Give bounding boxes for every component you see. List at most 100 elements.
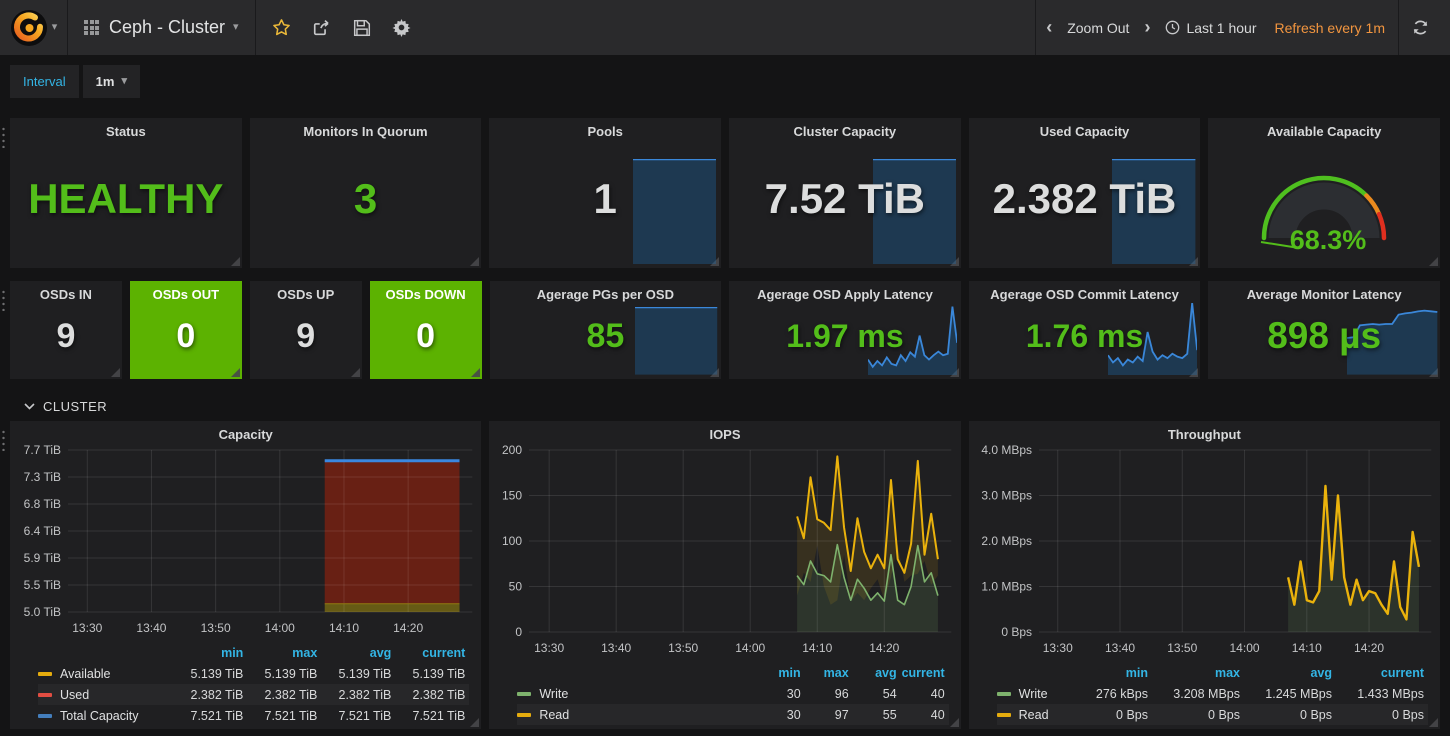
svg-text:0: 0 bbox=[516, 625, 523, 639]
dashboard-title: Ceph - Cluster bbox=[109, 17, 225, 38]
legend-swatch bbox=[38, 693, 52, 697]
legend-column-max[interactable]: max bbox=[243, 646, 317, 660]
legend-swatch bbox=[997, 692, 1011, 696]
zoom-out-button[interactable]: Zoom Out bbox=[1058, 0, 1138, 55]
resize-handle[interactable] bbox=[470, 718, 479, 727]
share-button[interactable] bbox=[302, 0, 342, 55]
legend-column-min[interactable]: min bbox=[1056, 666, 1148, 680]
panel-title-throughput-chart[interactable]: Throughput bbox=[969, 421, 1440, 442]
legend-value-min: 0 Bps bbox=[1056, 708, 1148, 722]
section-label: CLUSTER bbox=[43, 399, 107, 414]
chart-row: Capacity 5.0 TiB5.5 TiB5.9 TiB6.4 TiB6.8… bbox=[10, 421, 1440, 729]
legend-series-label: Used bbox=[60, 688, 89, 702]
settings-button[interactable] bbox=[382, 0, 422, 55]
legend-row-read: Read30975540 bbox=[517, 704, 948, 725]
chevron-down-icon bbox=[24, 403, 35, 410]
time-range-button[interactable]: Last 1 hour bbox=[1156, 0, 1265, 55]
refresh-interval-button[interactable]: Refresh every 1m bbox=[1266, 0, 1394, 55]
iops-chart-plot[interactable]: 05010015020013:3013:4013:5014:0014:1014:… bbox=[489, 442, 960, 660]
resize-handle[interactable] bbox=[1429, 257, 1438, 266]
resize-handle[interactable] bbox=[1429, 718, 1438, 727]
legend-series-available[interactable]: Available bbox=[38, 667, 169, 681]
svg-text:13:50: 13:50 bbox=[1167, 641, 1197, 655]
legend-column-current[interactable]: current bbox=[391, 646, 465, 660]
panel-available-capacity: Available Capacity 68.3% bbox=[1208, 118, 1440, 268]
legend-value-min: 2.382 TiB bbox=[169, 688, 243, 702]
panel-monitors-in-quorum: Monitors In Quorum 3 bbox=[250, 118, 482, 268]
legend-series-label: Available bbox=[60, 667, 111, 681]
legend-series-write[interactable]: Write bbox=[997, 687, 1056, 701]
svg-text:14:20: 14:20 bbox=[1354, 641, 1384, 655]
svg-text:7.7 TiB: 7.7 TiB bbox=[24, 443, 61, 457]
legend-column-max[interactable]: max bbox=[1148, 666, 1240, 680]
caret-down-icon: ▾ bbox=[121, 76, 127, 87]
legend-value-avg: 0 Bps bbox=[1240, 708, 1332, 722]
legend-value-max: 3.208 MBps bbox=[1148, 687, 1240, 701]
svg-text:7.3 TiB: 7.3 TiB bbox=[24, 470, 61, 484]
svg-text:5.0 TiB: 5.0 TiB bbox=[24, 605, 61, 619]
legend-column-current[interactable]: current bbox=[1332, 666, 1424, 680]
time-forward-button[interactable]: › bbox=[1138, 0, 1156, 55]
dashboard-title-button[interactable]: Ceph - Cluster ▾ bbox=[109, 17, 239, 38]
throughput-chart-plot[interactable]: 0 Bps1.0 MBps2.0 MBps3.0 MBps4.0 MBps13:… bbox=[969, 442, 1440, 660]
legend-value-avg: 54 bbox=[849, 687, 897, 701]
svg-text:14:20: 14:20 bbox=[393, 621, 423, 635]
star-icon bbox=[272, 18, 291, 37]
refresh-icon bbox=[1412, 19, 1429, 36]
legend-series-total-capacity[interactable]: Total Capacity bbox=[38, 709, 169, 723]
clock-icon bbox=[1165, 20, 1180, 35]
legend-column-min[interactable]: min bbox=[753, 666, 801, 680]
cluster-capacity-value: 7.52 TiB bbox=[729, 118, 961, 268]
panel-osds-out: OSDs OUT 0 bbox=[130, 281, 242, 379]
star-button[interactable] bbox=[262, 0, 302, 55]
legend-column-avg[interactable]: avg bbox=[1240, 666, 1332, 680]
svg-text:13:40: 13:40 bbox=[1105, 641, 1135, 655]
row-drag-handle[interactable] bbox=[1, 429, 6, 451]
svg-text:100: 100 bbox=[502, 534, 522, 548]
legend-swatch bbox=[997, 713, 1011, 717]
svg-text:14:00: 14:00 bbox=[736, 641, 766, 655]
panel-title-iops-chart[interactable]: IOPS bbox=[489, 421, 960, 442]
save-button[interactable] bbox=[342, 0, 382, 55]
divider bbox=[1398, 0, 1399, 55]
row-drag-handle[interactable] bbox=[1, 126, 6, 148]
iops-chart-legend: minmaxavgcurrentWrite30965440Read3097554… bbox=[489, 660, 960, 729]
resize-handle[interactable] bbox=[950, 718, 959, 727]
svg-text:13:30: 13:30 bbox=[72, 621, 102, 635]
divider bbox=[1035, 0, 1036, 55]
legend-value-current: 5.139 TiB bbox=[391, 667, 465, 681]
capacity-chart-plot[interactable]: 5.0 TiB5.5 TiB5.9 TiB6.4 TiB6.8 TiB7.3 T… bbox=[10, 442, 481, 640]
legend-value-max: 2.382 TiB bbox=[243, 688, 317, 702]
svg-text:14:00: 14:00 bbox=[265, 621, 295, 635]
share-icon bbox=[312, 18, 331, 37]
grafana-logo-button[interactable]: ▾ bbox=[0, 0, 68, 55]
legend-series-read[interactable]: Read bbox=[997, 708, 1056, 722]
panel-osd-commit-latency: Agerage OSD Commit Latency 1.76 ms bbox=[969, 281, 1201, 379]
legend-series-read[interactable]: Read bbox=[517, 708, 752, 722]
legend-series-write[interactable]: Write bbox=[517, 687, 752, 701]
legend-column-max[interactable]: max bbox=[801, 666, 849, 680]
legend-column-avg[interactable]: avg bbox=[849, 666, 897, 680]
svg-text:14:10: 14:10 bbox=[329, 621, 359, 635]
legend-column-current[interactable]: current bbox=[897, 666, 945, 680]
interval-dropdown[interactable]: 1m ▾ bbox=[83, 65, 140, 98]
row-drag-handle[interactable] bbox=[1, 289, 6, 311]
time-back-button[interactable]: ‹ bbox=[1040, 0, 1058, 55]
legend-column-avg[interactable]: avg bbox=[317, 646, 391, 660]
legend-column-min[interactable]: min bbox=[169, 646, 243, 660]
apply-latency-value: 1.97 ms bbox=[729, 281, 961, 379]
panel-title-capacity-chart[interactable]: Capacity bbox=[10, 421, 481, 442]
refresh-button[interactable] bbox=[1403, 0, 1438, 55]
legend-value-avg: 55 bbox=[849, 708, 897, 722]
legend-value-avg: 2.382 TiB bbox=[317, 688, 391, 702]
caret-down-icon: ▾ bbox=[233, 22, 239, 33]
panel-pgs-per-osd: Agerage PGs per OSD 85 bbox=[490, 281, 722, 379]
svg-text:200: 200 bbox=[502, 443, 522, 457]
panel-osds-up: OSDs UP 9 bbox=[250, 281, 362, 379]
legend-series-used[interactable]: Used bbox=[38, 688, 169, 702]
legend-value-min: 276 kBps bbox=[1056, 687, 1148, 701]
legend-value-min: 30 bbox=[753, 687, 801, 701]
section-header-cluster[interactable]: CLUSTER bbox=[24, 399, 1440, 414]
svg-text:13:30: 13:30 bbox=[1042, 641, 1072, 655]
legend-value-max: 96 bbox=[801, 687, 849, 701]
